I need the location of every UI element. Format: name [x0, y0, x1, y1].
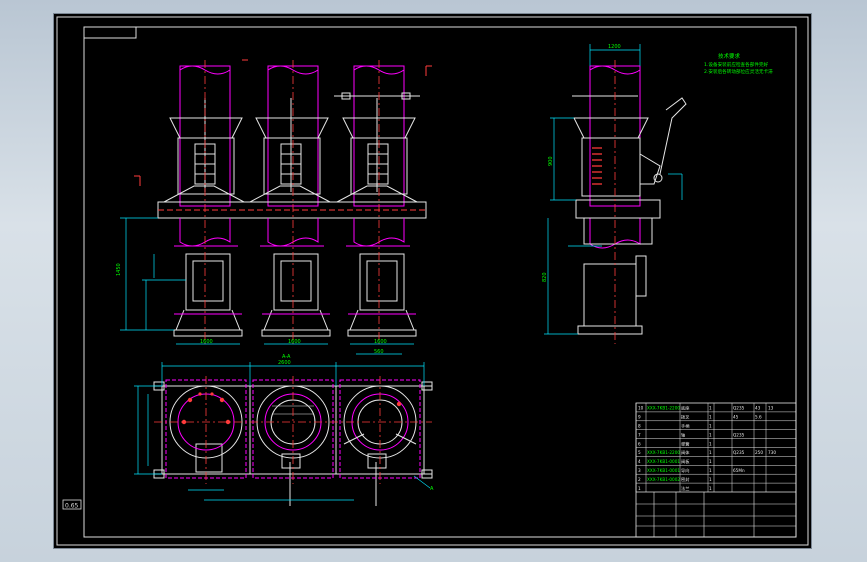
bom-cell: 1 — [709, 450, 712, 455]
bom-cell: XXX-7KB1-2200 — [647, 450, 680, 455]
section-markers — [134, 59, 432, 186]
bom-cell: XXX-7KB1-2200 — [647, 406, 680, 411]
bom-cell: XXX-7KB1-0001 — [647, 459, 680, 464]
plan-dimensions — [134, 362, 425, 501]
lower-pipes — [174, 218, 410, 247]
cad-viewport[interactable]: 0.65 1450 1600 1600 1600 560 1200 900 82… — [0, 0, 867, 562]
bom-cell: 1 — [709, 415, 712, 420]
bom-cell: 5.6 — [755, 415, 762, 420]
bom-cell: 阀体 — [681, 449, 690, 456]
bom-cell: 5 — [638, 450, 641, 455]
bom-cell: 8 — [638, 424, 641, 429]
side-view: 1200 900 820 — [542, 44, 687, 344]
bom-cell: 拨叉 — [681, 414, 690, 421]
upper-pipes — [179, 65, 405, 207]
bom-cell: 轴 — [681, 431, 685, 438]
bom-cell: 1 — [709, 486, 712, 491]
bom-cell: 1 — [709, 424, 712, 429]
dim-flange-width-2: 1600 — [288, 339, 301, 345]
note-line-1: 1.设备安装前应检查各部件完好 — [704, 61, 769, 68]
bom-cell: 密封 — [681, 476, 689, 483]
bom-cell: 法兰 — [681, 485, 689, 492]
note-line-2: 2.安装后各转动部位应灵活无卡滞 — [704, 68, 773, 75]
dim-side-width: 820 — [542, 272, 548, 282]
bom-cell: 1 — [638, 486, 641, 491]
title-grid — [636, 491, 796, 537]
dim-bottom-width: 2600 — [278, 360, 291, 366]
bom-cell: 7 — [638, 432, 641, 437]
side-body — [572, 95, 687, 335]
section-label: A-A — [282, 354, 291, 360]
bom-cell: 3 — [638, 468, 641, 473]
bom-cell: 1 — [709, 441, 712, 446]
tech-notes: 技术要求 1.设备安装前应检查各部件完好 2.安装后各转动部位应灵活无卡滞 — [704, 52, 773, 75]
dim-flange-width: 1600 — [200, 339, 213, 345]
bom-cell: 1 — [709, 468, 712, 473]
bom-rows: 10 XXX-7KB1-2200 底座 1 Q235 43 139 拨叉 1 45 5.68 手柄 17… — [635, 403, 797, 493]
dim-top-width: 1200 — [608, 44, 621, 50]
cad-drawing-canvas[interactable]: 0.65 1450 1600 1600 1600 560 1200 900 82… — [54, 14, 811, 548]
bom-cell: Q235 — [733, 432, 745, 437]
bom-cell: 10 — [638, 406, 644, 411]
bom-cell: 730 — [768, 450, 776, 455]
bom-cell: 阀板 — [681, 458, 690, 465]
bom-cell: XXX-7KB1-0002 — [647, 477, 680, 482]
valve-bodies — [173, 253, 417, 337]
bom-cell: 底座 — [681, 405, 689, 412]
corner-tag: 0.65 — [65, 503, 79, 510]
bom-cell: 1 — [709, 406, 712, 411]
dim-flange-width-3: 1600 — [374, 339, 387, 345]
bom-cell: 1 — [709, 459, 712, 464]
dim-pipe-dia: 560 — [374, 349, 384, 355]
bom-cell: 9 — [638, 415, 641, 420]
bom-cell: Q235 — [733, 450, 745, 455]
dim-side-height: 900 — [548, 156, 554, 166]
bom-cell: 弹簧 — [681, 440, 689, 447]
side-label: A — [430, 486, 434, 492]
hoppers — [163, 92, 420, 203]
front-dimensions — [120, 217, 414, 355]
side-spring — [592, 147, 602, 185]
bom-cell: 手柄 — [681, 423, 689, 430]
side-dimensions — [544, 44, 683, 335]
bom-cell: 250 — [755, 450, 763, 455]
title-block: 10 XXX-7KB1-2200 底座 1 Q235 43 139 拨叉 1 45 5.68 手柄 17… — [635, 402, 797, 538]
drawing-sheet: 0.65 1450 1600 1600 1600 560 1200 900 82… — [54, 14, 811, 548]
outer-border — [56, 16, 809, 546]
code-box — [83, 26, 137, 39]
bom-cell: 43 — [755, 406, 761, 411]
bom-cell: 6 — [638, 441, 641, 446]
front-view: 1450 1600 1600 1600 560 — [116, 59, 432, 355]
note-title: 技术要求 — [718, 52, 741, 60]
bom-cell: 1 — [709, 432, 712, 437]
bom-cell: Q235 — [733, 406, 745, 411]
bom-cell: 65Mn — [733, 468, 745, 473]
bom-cell: XXX-7KB1-0001 — [647, 468, 680, 473]
dim-height-total: 1450 — [116, 263, 122, 276]
bom-cell: 2 — [638, 477, 641, 482]
main-beam — [157, 201, 427, 219]
bom-cell: 1 — [709, 477, 712, 482]
bom-cell: 45 — [733, 415, 739, 420]
bom-cell: 4 — [638, 459, 641, 464]
bom-cell: 导向 — [681, 467, 689, 473]
plan-bolts — [181, 392, 402, 425]
plan-view: 2600 A-A A — [134, 354, 434, 506]
bom-cell: 13 — [768, 406, 774, 411]
